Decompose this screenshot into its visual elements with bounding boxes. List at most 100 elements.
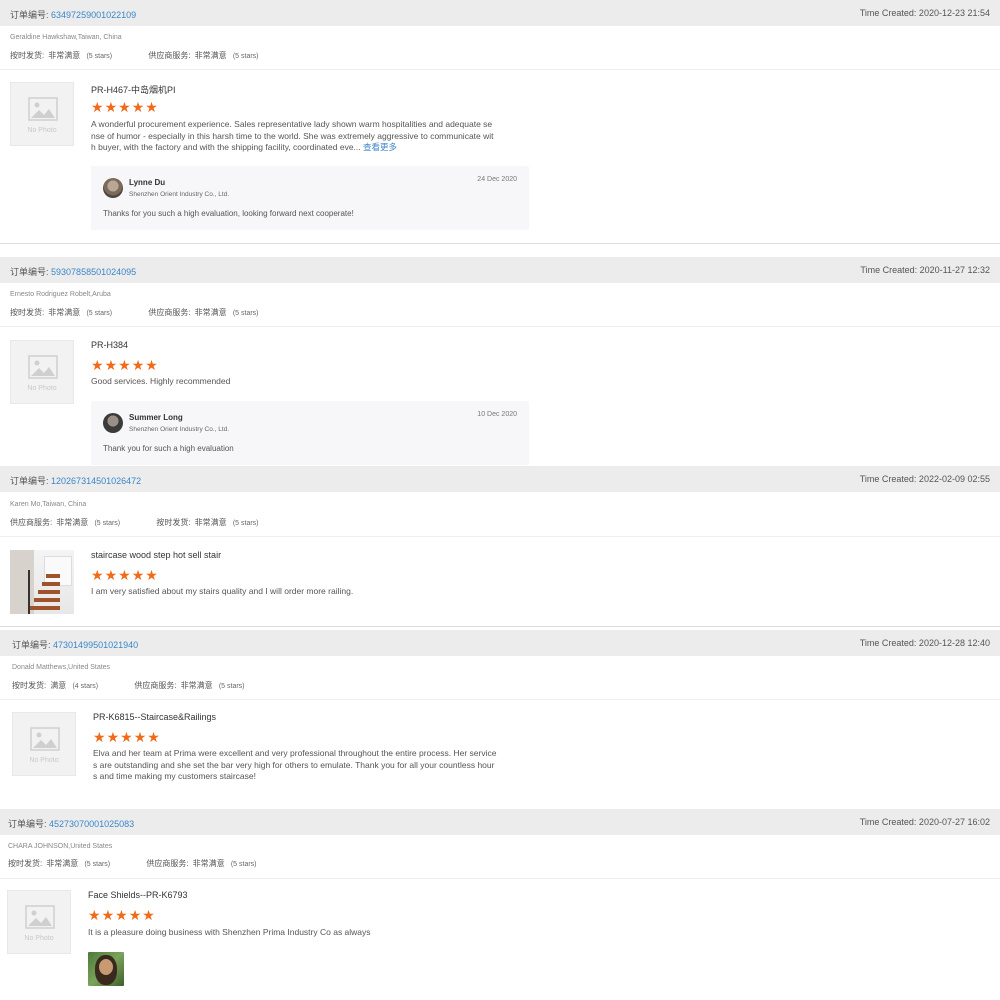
- rating-stars-count: (5 stars): [86, 53, 113, 60]
- star-icon: ★: [131, 99, 146, 115]
- product-thumbnail[interactable]: No Photo: [10, 340, 74, 404]
- star-rating: ★★★★★: [88, 908, 156, 922]
- star-rating: ★★★★★: [91, 100, 159, 114]
- review-text: I am very satisfied about my stairs qual…: [91, 586, 354, 596]
- time-created: Time Created: 2020-12-23 21:54: [859, 8, 990, 18]
- avatar: [103, 178, 123, 198]
- star-icon: ★: [145, 357, 159, 373]
- star-icon: ★: [131, 357, 146, 373]
- rating-stars-count: (5 stars): [232, 53, 259, 60]
- order-header: 订单编号: 47301499501021940 Time Created: 20…: [0, 630, 1000, 656]
- rating-stars-count: (5 stars): [232, 520, 259, 527]
- rating-value: 非常满意: [180, 681, 213, 690]
- rating-label: 按时发货:: [10, 51, 45, 60]
- rating-value: 非常满意: [194, 308, 227, 317]
- time-created: Time Created: 2020-12-28 12:40: [859, 638, 990, 648]
- rating-stars-count: (5 stars): [218, 683, 245, 690]
- review-text: Good services. Highly recommended: [91, 376, 231, 386]
- rating-label: 按时发货:: [156, 518, 191, 527]
- order-number-label: 订单编号:: [10, 267, 49, 277]
- reply-text: Thanks for you such a high evaluation, l…: [103, 209, 354, 218]
- star-icon: ★: [118, 567, 132, 583]
- reply-author: Lynne Du: [129, 178, 166, 187]
- star-icon: ★: [88, 907, 102, 923]
- product-thumbnail[interactable]: No Photo: [10, 82, 74, 146]
- review-text: A wonderful procurement experience. Sale…: [91, 119, 494, 152]
- order-header: 订单编号: 59307858501024095 Time Created: 20…: [0, 257, 1000, 283]
- buyer-info: Geraldine Hawkshaw,Taiwan, China: [10, 34, 122, 41]
- rating-value: 非常满意: [46, 859, 79, 868]
- ratings-row: 按时发货: 非常满意 (5 stars) 供应商服务: 非常满意 (5 stars): [10, 50, 263, 61]
- order-number-link[interactable]: 45273070001025083: [49, 819, 134, 829]
- rating-label: 供应商服务:: [134, 681, 177, 690]
- product-name[interactable]: staircase wood step hot sell stair: [91, 550, 221, 560]
- rating-value: 非常满意: [48, 308, 81, 317]
- order-number-label: 订单编号:: [10, 476, 49, 486]
- order-header: 订单编号: 63497259001022109 Time Created: 20…: [0, 0, 1000, 26]
- rating-value: 非常满意: [56, 518, 89, 527]
- star-icon: ★: [104, 357, 119, 373]
- star-icon: ★: [93, 729, 107, 745]
- reply-company: Shenzhen Orient Industry Co., Ltd.: [129, 191, 230, 198]
- order-number-link[interactable]: 63497259001022109: [51, 10, 136, 20]
- buyer-info: Karen Mo,Taiwan, China: [10, 501, 87, 508]
- star-icon: ★: [91, 99, 105, 115]
- image-placeholder-icon: [25, 905, 55, 929]
- see-more-link[interactable]: 查看更多: [363, 142, 397, 152]
- rating-label: 按时发货:: [8, 859, 43, 868]
- star-icon: ★: [106, 729, 121, 745]
- ratings-row: 按时发货: 满意 (4 stars) 供应商服务: 非常满意 (5 stars): [12, 680, 249, 691]
- product-name[interactable]: Face Shields--PR-K6793: [88, 890, 188, 900]
- image-placeholder-icon: [28, 355, 58, 379]
- review-text: Elva and her team at Prima were excellen…: [93, 748, 497, 781]
- reply-company: Shenzhen Orient Industry Co., Ltd.: [129, 426, 230, 433]
- product-image[interactable]: [10, 550, 74, 614]
- rating-stars-count: (5 stars): [232, 310, 259, 317]
- no-photo-text: No Photo: [29, 757, 59, 764]
- product-name[interactable]: PR-H467-中岛烟机PI: [91, 83, 176, 96]
- product-thumbnail[interactable]: No Photo: [12, 712, 76, 776]
- order-card: 订单编号: 120267314501026472 Time Created: 2…: [0, 466, 1000, 627]
- supplier-reply: Lynne Du Shenzhen Orient Industry Co., L…: [91, 166, 529, 230]
- star-icon: ★: [145, 99, 159, 115]
- ratings-row: 按时发货: 非常满意 (5 stars) 供应商服务: 非常满意 (5 stars): [8, 858, 261, 869]
- product-name[interactable]: PR-K6815--Staircase&Railings: [93, 712, 216, 722]
- star-rating: ★★★★★: [91, 568, 159, 582]
- star-icon: ★: [128, 907, 143, 923]
- order-card: 订单编号: 47301499501021940 Time Created: 20…: [0, 630, 1000, 808]
- no-photo-text: No Photo: [24, 935, 54, 942]
- no-photo-text: No Photo: [27, 127, 57, 134]
- rating-label: 供应商服务:: [146, 859, 189, 868]
- star-icon: ★: [91, 357, 105, 373]
- star-icon: ★: [118, 99, 132, 115]
- rating-label: 按时发货:: [10, 308, 45, 317]
- order-number-link[interactable]: 59307858501024095: [51, 267, 136, 277]
- rating-value: 非常满意: [192, 859, 225, 868]
- product-name[interactable]: PR-H384: [91, 340, 128, 350]
- order-number-link[interactable]: 120267314501026472: [51, 476, 141, 486]
- star-icon: ★: [145, 567, 159, 583]
- star-icon: ★: [91, 567, 105, 583]
- order-number-label: 订单编号:: [10, 10, 49, 20]
- avatar: [103, 413, 123, 433]
- image-placeholder-icon: [28, 97, 58, 121]
- star-icon: ★: [133, 729, 148, 745]
- review-photo[interactable]: [88, 952, 124, 986]
- image-placeholder-icon: [30, 727, 60, 751]
- order-number-label: 订单编号:: [12, 640, 51, 650]
- order-number-link[interactable]: 47301499501021940: [53, 640, 138, 650]
- ratings-row: 供应商服务: 非常满意 (5 stars) 按时发货: 非常满意 (5 stars): [10, 517, 263, 528]
- order-header: 订单编号: 45273070001025083 Time Created: 20…: [0, 809, 1000, 835]
- rating-label: 按时发货:: [12, 681, 47, 690]
- time-created: Time Created: 2020-11-27 12:32: [860, 265, 990, 275]
- no-photo-text: No Photo: [27, 385, 57, 392]
- product-thumbnail[interactable]: No Photo: [7, 890, 71, 954]
- buyer-info: Ernesto Rodriguez Robelt,Aruba: [10, 291, 111, 298]
- reply-date: 10 Dec 2020: [477, 411, 517, 418]
- review-text: It is a pleasure doing business with She…: [88, 927, 371, 937]
- star-icon: ★: [115, 907, 129, 923]
- order-card: 订单编号: 63497259001022109 Time Created: 20…: [0, 0, 1000, 244]
- star-rating: ★★★★★: [93, 730, 161, 744]
- star-rating: ★★★★★: [91, 358, 159, 372]
- rating-stars-count: (5 stars): [230, 861, 257, 868]
